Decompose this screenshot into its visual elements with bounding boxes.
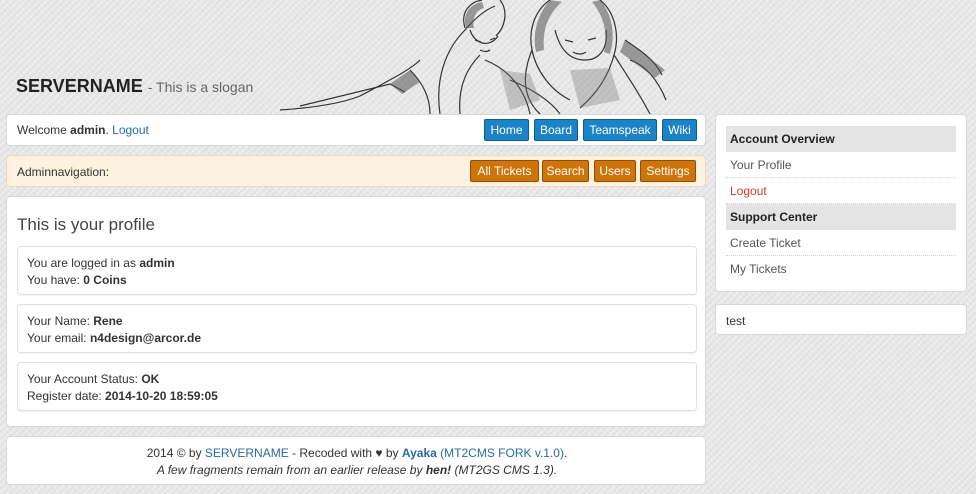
header-artwork	[270, 0, 700, 114]
sidebar-info-text: test	[726, 314, 746, 328]
footer-text: - Recoded with ♥ by	[288, 446, 402, 460]
brand-slogan: - This is a slogan	[147, 79, 254, 95]
footer: 2014 © by SERVERNAME - Recoded with ♥ by…	[6, 436, 706, 485]
footer-ayaka-link[interactable]: Ayaka	[402, 446, 437, 460]
email-value: n4design@arcor.de	[89, 331, 202, 345]
nav-home-button[interactable]: Home	[484, 119, 529, 141]
footer-author: hen!	[425, 463, 452, 477]
card-line: Your Name: Rene	[27, 313, 696, 330]
sidebar-item-my-tickets[interactable]: My Tickets	[726, 256, 956, 282]
footer-text: A few fragments remain from an earlier r…	[156, 463, 426, 477]
profile-card-login: You are logged in as admin You have: 0 C…	[17, 246, 697, 295]
sidebar-item-create-ticket[interactable]: Create Ticket	[726, 230, 956, 256]
register-date-value: 2014-10-20 18:59:05	[105, 389, 218, 403]
welcome-username: admin	[70, 123, 106, 137]
footer-fork-link[interactable]: (MT2CMS FORK v.1.0)	[437, 446, 564, 460]
card-label: You have:	[27, 273, 84, 287]
name-value: Rene	[93, 314, 123, 328]
footer-credit-line: 2014 © by SERVERNAME - Recoded with ♥ by…	[7, 446, 707, 460]
card-label: Register date:	[27, 389, 106, 403]
logged-in-user-value: admin	[139, 256, 175, 270]
sidebar-nav-panel: Account Overview Your Profile Logout Sup…	[715, 114, 967, 292]
nav-wiki-button[interactable]: Wiki	[662, 119, 697, 141]
nav-board-button[interactable]: Board	[534, 119, 578, 141]
card-label: Your Account Status:	[27, 372, 142, 386]
welcome-prefix: Welcome	[17, 123, 71, 137]
sidebar-item-logout[interactable]: Logout	[726, 178, 956, 204]
footer-servername-link[interactable]: SERVERNAME	[205, 446, 289, 460]
admin-nav-label: Adminnavigation:	[17, 165, 110, 179]
welcome-message: Welcome admin. Logout	[17, 123, 149, 137]
card-label: Your email:	[27, 331, 90, 345]
footer-history-line: A few fragments remain from an earlier r…	[7, 463, 707, 477]
logout-link[interactable]: Logout	[112, 123, 149, 137]
coins-value: 0 Coins	[83, 273, 127, 287]
nav-teamspeak-button[interactable]: Teamspeak	[583, 119, 657, 141]
card-line: You have: 0 Coins	[27, 272, 696, 289]
card-label: You are logged in as	[27, 256, 140, 270]
admin-search-button[interactable]: Search	[542, 160, 589, 182]
card-line: You are logged in as admin	[27, 255, 696, 272]
admin-users-button[interactable]: Users	[594, 160, 636, 182]
top-bar: Welcome admin. Logout Home Board Teamspe…	[6, 114, 706, 146]
admin-nav-bar: Adminnavigation: All Tickets Search User…	[6, 155, 706, 187]
card-line: Register date: 2014-10-20 18:59:05	[27, 388, 696, 405]
card-line: Your Account Status: OK	[27, 371, 696, 388]
brand-name: SERVERNAME	[16, 76, 143, 96]
sidebar-heading-account: Account Overview	[726, 126, 956, 152]
account-status-value: OK	[141, 372, 160, 386]
site-brand: SERVERNAME - This is a slogan	[16, 76, 253, 97]
sidebar-heading-support: Support Center	[726, 204, 956, 230]
card-line: Your email: n4design@arcor.de	[27, 330, 696, 347]
footer-text: .	[563, 446, 568, 460]
footer-text: (MT2GS CMS 1.3).	[451, 463, 558, 477]
profile-panel: This is your profile You are logged in a…	[6, 196, 706, 427]
footer-text: 2014 © by	[146, 446, 205, 460]
profile-title: This is your profile	[17, 215, 155, 234]
profile-card-status: Your Account Status: OK Register date: 2…	[17, 362, 697, 411]
sidebar-info-box: test	[715, 304, 967, 335]
admin-all-tickets-button[interactable]: All Tickets	[470, 160, 539, 182]
card-label: Your Name:	[27, 314, 94, 328]
sidebar-item-your-profile[interactable]: Your Profile	[726, 152, 956, 178]
profile-card-identity: Your Name: Rene Your email: n4design@arc…	[17, 304, 697, 353]
admin-settings-button[interactable]: Settings	[640, 160, 696, 182]
